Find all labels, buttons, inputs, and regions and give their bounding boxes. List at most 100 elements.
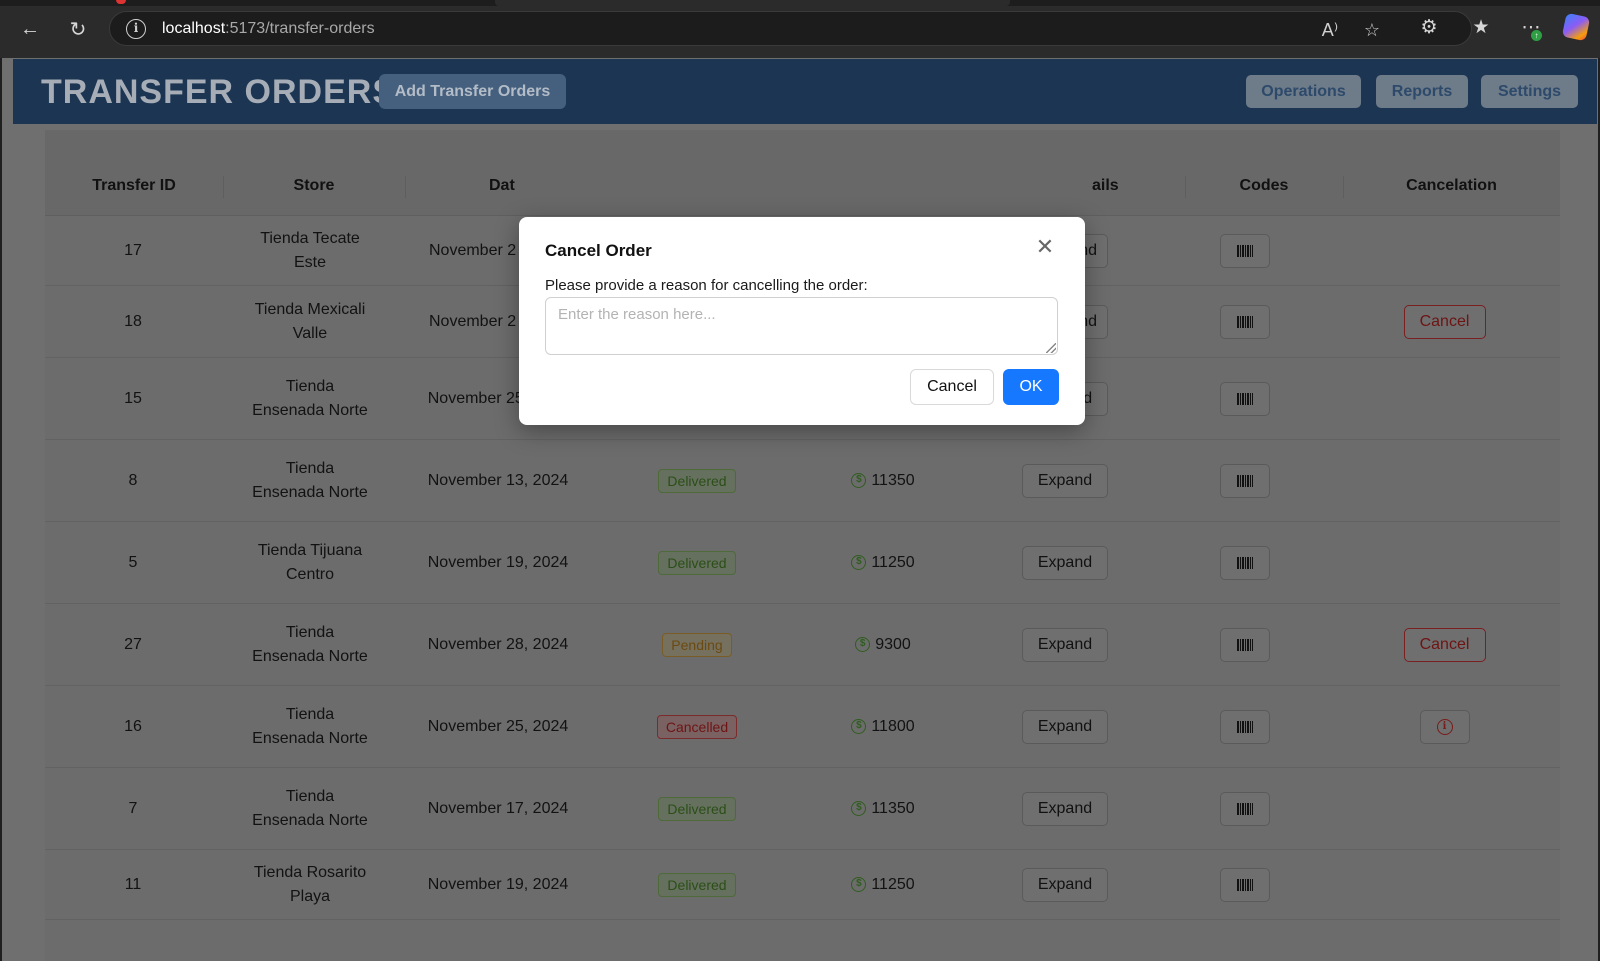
expand-button[interactable]: Expand bbox=[1022, 545, 1108, 580]
col-transfer-id[interactable]: Transfer ID bbox=[45, 130, 223, 216]
operations-button[interactable]: Operations bbox=[1246, 75, 1361, 108]
col-store[interactable]: Store bbox=[223, 130, 405, 216]
barcode-button[interactable] bbox=[1220, 867, 1270, 902]
add-transfer-orders-button[interactable]: Add Transfer Orders bbox=[379, 74, 566, 109]
col-codes[interactable]: Codes bbox=[1185, 130, 1343, 216]
status-badge: Cancelled bbox=[656, 714, 738, 739]
back-arrow-icon[interactable]: ← bbox=[15, 14, 45, 44]
barcode-button[interactable] bbox=[1220, 709, 1270, 744]
total-cell: $11800 bbox=[797, 686, 969, 767]
status-badge: Delivered bbox=[658, 468, 736, 493]
expand-button[interactable]: Expand bbox=[1022, 627, 1108, 662]
column-divider bbox=[405, 176, 406, 198]
address-bar[interactable]: i localhost:5173/transfer-orders A⁾ ☆ bbox=[109, 11, 1472, 46]
transfer-id-cell: 16 bbox=[124, 717, 142, 735]
status-badge: Delivered bbox=[658, 796, 736, 821]
status-badge: Delivered bbox=[658, 872, 736, 897]
dollar-circle-icon: $ bbox=[851, 801, 867, 816]
codes-cell bbox=[1161, 216, 1329, 285]
active-tab[interactable] bbox=[495, 0, 1010, 6]
barcode-button[interactable] bbox=[1220, 627, 1270, 662]
modal-ok-button[interactable]: OK bbox=[1003, 369, 1059, 405]
expand-button[interactable]: Expand bbox=[1022, 791, 1108, 826]
store-cell: Tienda Ensenada Norte bbox=[252, 787, 368, 829]
settings-button[interactable]: Settings bbox=[1481, 75, 1578, 108]
cancel-order-button[interactable]: Cancel bbox=[1403, 627, 1486, 662]
table-row: 8 Tienda Ensenada Norte November 13, 2024 D… bbox=[45, 440, 1560, 522]
date-cell: November 13, 2024 bbox=[427, 471, 569, 489]
col-details[interactable]: ails bbox=[1092, 130, 1152, 216]
table-row: 11 Tienda Rosarito Playa November 19, 2024… bbox=[45, 850, 1560, 920]
amount: $11800 bbox=[851, 715, 915, 739]
app-header: TRANSFER ORDERS Add Transfer Orders Oper… bbox=[13, 59, 1597, 124]
barcode-icon bbox=[1237, 802, 1253, 815]
total-value: 9300 bbox=[875, 635, 911, 653]
status-cell: Delivered bbox=[597, 522, 797, 603]
barcode-icon bbox=[1237, 474, 1253, 487]
codes-cell bbox=[1161, 286, 1329, 357]
cancellation-info-button[interactable]: i bbox=[1419, 709, 1470, 744]
store-cell: Tienda Ensenada Norte bbox=[252, 623, 368, 665]
favorite-star-icon[interactable]: ☆ bbox=[1360, 18, 1384, 42]
total-cell: $11350 bbox=[797, 440, 969, 521]
store-cell: Tienda Rosarito Playa bbox=[253, 863, 367, 905]
copilot-icon[interactable] bbox=[1561, 12, 1591, 42]
col-date[interactable]: Dat bbox=[489, 130, 549, 216]
codes-cell bbox=[1161, 440, 1329, 521]
dollar-circle-icon: $ bbox=[851, 473, 867, 488]
transfer-id-cell: 15 bbox=[124, 389, 142, 407]
tab-strip bbox=[0, 0, 1600, 6]
date-cell: November 28, 2024 bbox=[427, 635, 569, 653]
extensions-icon[interactable]: ⚙ bbox=[1416, 15, 1442, 41]
barcode-button[interactable] bbox=[1220, 545, 1270, 580]
read-aloud-icon[interactable]: A⁾ bbox=[1318, 18, 1342, 42]
reload-icon[interactable]: ↻ bbox=[63, 14, 93, 44]
barcode-button[interactable] bbox=[1220, 381, 1270, 416]
browser-chrome: ← ↻ i localhost:5173/transfer-orders A⁾ … bbox=[0, 0, 1600, 58]
expand-button[interactable]: Expand bbox=[1022, 463, 1108, 498]
details-cell: Expand bbox=[969, 440, 1161, 521]
reason-textarea[interactable] bbox=[545, 297, 1058, 355]
url-text[interactable]: localhost:5173/transfer-orders bbox=[162, 20, 375, 38]
status-badge: Pending bbox=[662, 632, 732, 657]
barcode-button[interactable] bbox=[1220, 304, 1270, 339]
amount: $11350 bbox=[851, 469, 915, 493]
col-cancelation[interactable]: Cancelation bbox=[1343, 130, 1560, 216]
barcode-button[interactable] bbox=[1220, 463, 1270, 498]
tab-favicon[interactable] bbox=[116, 0, 126, 4]
barcode-icon bbox=[1237, 638, 1253, 651]
close-icon[interactable]: ✕ bbox=[1032, 235, 1058, 261]
store-cell: Tienda Tecate Este bbox=[260, 229, 360, 271]
details-cell: Expand bbox=[969, 522, 1161, 603]
date-cell: November 19, 2024 bbox=[427, 553, 569, 571]
barcode-icon bbox=[1237, 556, 1253, 569]
dollar-circle-icon: $ bbox=[851, 877, 867, 892]
site-info-icon[interactable]: i bbox=[126, 19, 146, 39]
store-cell: Tienda Mexicali Valle bbox=[254, 300, 366, 342]
barcode-button[interactable] bbox=[1220, 791, 1270, 826]
reason-label: Please provide a reason for cancelling t… bbox=[545, 277, 868, 294]
codes-cell bbox=[1161, 686, 1329, 767]
resize-handle-icon[interactable] bbox=[1046, 343, 1056, 353]
cancelation-cell: Cancel bbox=[1329, 286, 1560, 357]
store-cell: Tienda Ensenada Norte bbox=[252, 377, 368, 419]
barcode-button[interactable] bbox=[1220, 233, 1270, 268]
reports-button[interactable]: Reports bbox=[1376, 75, 1468, 108]
app-root: TRANSFER ORDERS Add Transfer Orders Oper… bbox=[2, 58, 1598, 961]
total-cell: $11250 bbox=[797, 850, 969, 919]
transfer-id-cell: 27 bbox=[124, 635, 142, 653]
expand-button[interactable]: Expand bbox=[1022, 867, 1108, 902]
status-cell: Delivered bbox=[597, 850, 797, 919]
update-badge-icon: ↑ bbox=[1531, 30, 1542, 41]
codes-cell bbox=[1161, 768, 1329, 849]
expand-button[interactable]: Expand bbox=[1022, 709, 1108, 744]
table-header: Transfer ID Store Dat ails Codes Cancela… bbox=[45, 130, 1560, 216]
favorites-icon[interactable]: ★ bbox=[1468, 15, 1494, 41]
transfer-id-cell: 7 bbox=[128, 799, 138, 817]
modal-cancel-button[interactable]: Cancel bbox=[910, 369, 994, 405]
total-value: 11800 bbox=[871, 717, 915, 735]
barcode-icon bbox=[1237, 244, 1253, 257]
status-cell: Delivered bbox=[597, 768, 797, 849]
details-cell: Expand bbox=[969, 686, 1161, 767]
cancel-order-button[interactable]: Cancel bbox=[1403, 304, 1486, 339]
